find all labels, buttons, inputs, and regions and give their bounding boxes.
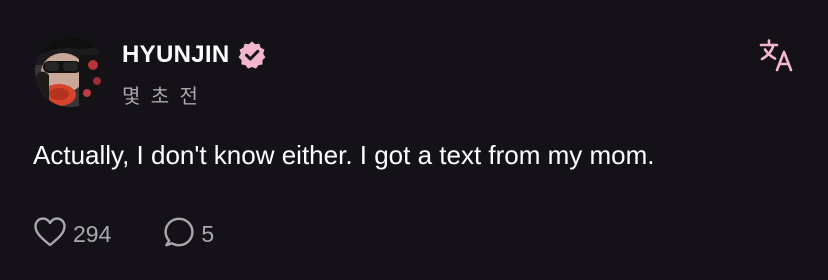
post-text: Actually, I don't know either. I got a t… [33,140,655,170]
action-bar: 294 5 [33,216,214,253]
verified-badge-icon [237,40,267,70]
translate-icon[interactable] [757,36,795,74]
avatar[interactable] [35,37,105,107]
author-row: HYUNJIN [122,39,267,71]
avatar-image [35,37,105,107]
heart-icon [33,216,67,253]
comment-icon [163,216,195,253]
reply-count: 5 [201,220,215,247]
reply-button[interactable]: 5 [163,216,214,253]
post-card: HYUNJIN 몇 초 전 Actually, I don't know eit… [0,0,828,280]
timestamp: 몇 초 전 [122,84,200,108]
author-name[interactable]: HYUNJIN [122,41,229,69]
like-count: 294 [73,220,112,247]
like-button[interactable]: 294 [33,216,111,253]
